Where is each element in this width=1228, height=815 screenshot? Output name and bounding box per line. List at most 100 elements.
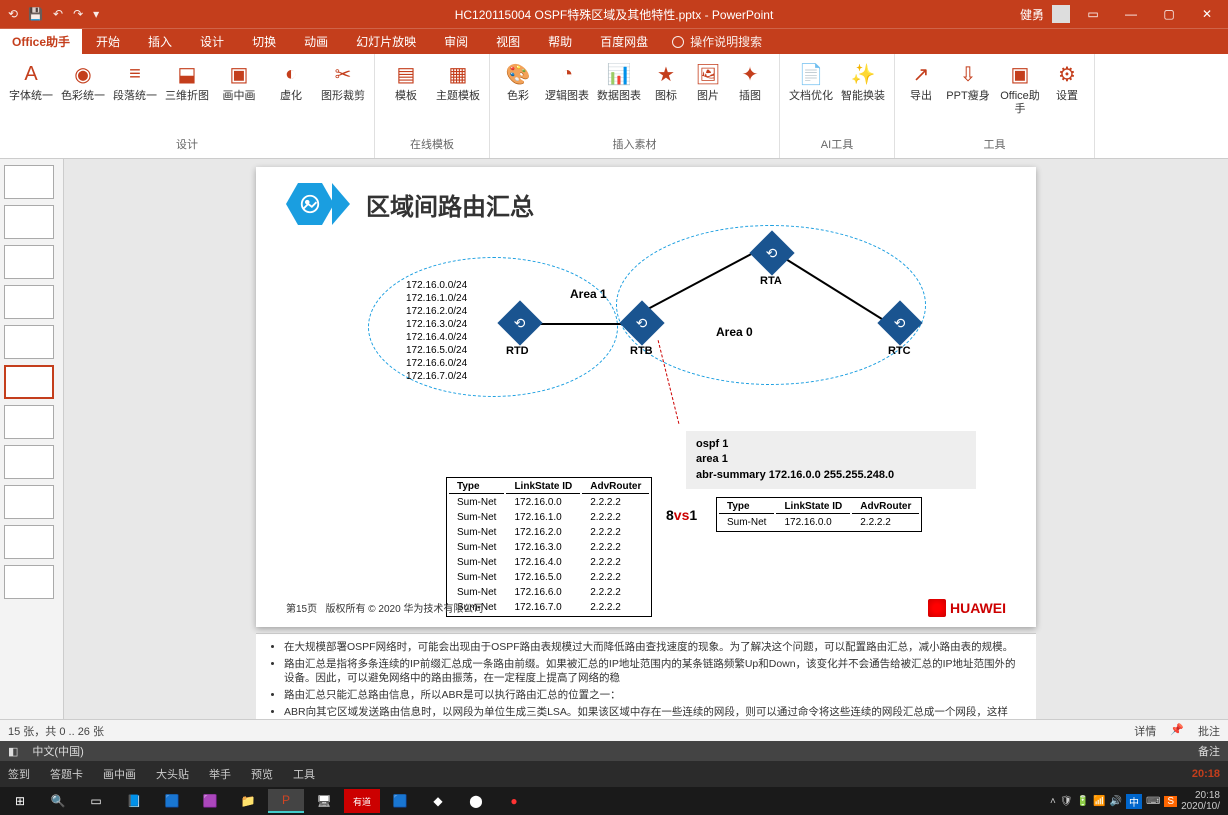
- minimize-icon[interactable]: —: [1116, 7, 1146, 21]
- maximize-icon[interactable]: ▢: [1154, 7, 1184, 21]
- lsa-table-right: TypeLinkState IDAdvRouterSum-Net172.16.0…: [716, 497, 922, 532]
- btn-ppt-slim[interactable]: ⇩PPT瘦身: [943, 58, 993, 118]
- tab-transitions[interactable]: 切换: [238, 29, 290, 55]
- tab-slideshow[interactable]: 幻灯片放映: [342, 29, 430, 55]
- sec-preview[interactable]: 预览: [251, 766, 273, 782]
- btn-3d-fold[interactable]: ⬓三维折图: [162, 58, 212, 105]
- thumbnail[interactable]: [4, 205, 54, 239]
- btn-color[interactable]: 🎨色彩: [496, 58, 540, 105]
- thumbnail[interactable]: [4, 165, 54, 199]
- btn-logic-chart[interactable]: ◔逻辑图表: [542, 58, 592, 105]
- ribbon-options-icon[interactable]: ▭: [1078, 7, 1108, 21]
- thumbnail[interactable]: [4, 325, 54, 359]
- tab-review[interactable]: 审阅: [430, 29, 482, 55]
- tab-view[interactable]: 视图: [482, 29, 534, 55]
- tab-help[interactable]: 帮助: [534, 29, 586, 55]
- btn-theme-template[interactable]: ▦主题模板: [433, 58, 483, 105]
- save-icon[interactable]: 💾: [28, 7, 43, 21]
- user-avatar[interactable]: [1052, 5, 1070, 23]
- language-status[interactable]: 中文(中国): [32, 743, 83, 759]
- btn-smart-dress[interactable]: ✨智能换装: [838, 58, 888, 105]
- taskbar-app[interactable]: 📁: [230, 789, 266, 813]
- thumbnail[interactable]: [4, 405, 54, 439]
- taskbar-app[interactable]: 🟪: [192, 789, 228, 813]
- thumbnail-current[interactable]: [4, 365, 54, 399]
- slide-canvas[interactable]: 区域间路由汇总 ⟲ RTD ⟲ RTB ⟲ RTA ⟲ RTC: [64, 159, 1228, 719]
- tray-ime-icon[interactable]: 中: [1126, 794, 1142, 809]
- sec-tools[interactable]: 工具: [293, 766, 315, 782]
- btn-icon[interactable]: ★图标: [646, 58, 686, 105]
- pin-icon[interactable]: 📌: [1170, 723, 1184, 739]
- sec-pip[interactable]: 画中画: [103, 766, 136, 782]
- start-button[interactable]: ⊞: [2, 789, 38, 813]
- sec-raisehand[interactable]: 举手: [209, 766, 231, 782]
- slim-icon: ⇩: [954, 60, 982, 88]
- tab-home[interactable]: 开始: [82, 29, 134, 55]
- system-clock[interactable]: 20:18 2020/10/: [1181, 790, 1220, 812]
- btn-office-assist[interactable]: ▣Office助手: [995, 58, 1045, 118]
- taskview-icon[interactable]: ▭: [78, 789, 114, 813]
- tray-network-icon[interactable]: 🛡: [1060, 796, 1073, 807]
- slide-thumbnails[interactable]: [0, 159, 64, 719]
- taskbar-app[interactable]: 📘: [116, 789, 152, 813]
- huawei-logo: HUAWEI: [928, 599, 1006, 617]
- btn-paragraph-unify[interactable]: ≡段落统一: [110, 58, 160, 105]
- close-icon[interactable]: ✕: [1192, 7, 1222, 21]
- taskbar-app[interactable]: 🟦: [154, 789, 190, 813]
- tab-office-assistant[interactable]: Office助手: [0, 29, 82, 55]
- sec-signin[interactable]: 签到: [8, 766, 30, 782]
- thumbnail[interactable]: [4, 525, 54, 559]
- sec-headshot[interactable]: 大头贴: [156, 766, 189, 782]
- btn-template[interactable]: ▤模板: [381, 58, 431, 105]
- tray-volume-icon[interactable]: 🔊: [1110, 796, 1122, 807]
- btn-crop[interactable]: ✂图形裁剪: [318, 58, 368, 105]
- user-name[interactable]: 健勇: [1020, 6, 1044, 23]
- autosave-icon[interactable]: ⟲: [8, 7, 18, 21]
- taskbar-powerpoint[interactable]: P: [268, 789, 304, 813]
- tray-up-icon[interactable]: ˄: [1050, 796, 1056, 807]
- tell-me-search[interactable]: 操作说明搜索: [672, 33, 762, 50]
- tab-animations[interactable]: 动画: [290, 29, 342, 55]
- tab-design[interactable]: 设计: [186, 29, 238, 55]
- record-icon[interactable]: ●: [496, 789, 532, 813]
- thumbnail[interactable]: [4, 285, 54, 319]
- notes-toggle[interactable]: 备注: [1198, 743, 1220, 759]
- btn-doc-optimize[interactable]: 📄文档优化: [786, 58, 836, 105]
- btn-pip[interactable]: ▣画中画: [214, 58, 264, 105]
- thumbnail[interactable]: [4, 485, 54, 519]
- tab-baidu[interactable]: 百度网盘: [586, 29, 662, 55]
- btn-image[interactable]: 🖼图片: [688, 58, 728, 105]
- doc-icon: 📄: [797, 60, 825, 88]
- thumbnail[interactable]: [4, 245, 54, 279]
- btn-settings[interactable]: ⚙设置: [1047, 58, 1087, 118]
- sec-answercard[interactable]: 答题卡: [50, 766, 83, 782]
- btn-illustration[interactable]: ✦插图: [730, 58, 770, 105]
- dropdown-icon[interactable]: ▾: [93, 7, 99, 21]
- taskbar-app[interactable]: ⬤: [458, 789, 494, 813]
- thumbnail[interactable]: [4, 565, 54, 599]
- group-label-template: 在线模板: [381, 134, 483, 154]
- btn-color-unify[interactable]: ◉色彩统一: [58, 58, 108, 105]
- taskbar-app[interactable]: ◆: [420, 789, 456, 813]
- notes-panel[interactable]: 在大规模部署OSPF网络时，可能会出现由于OSPF路由表规模过大而降低路由查找速…: [256, 633, 1036, 719]
- btn-comments[interactable]: 批注: [1198, 723, 1220, 739]
- tab-insert[interactable]: 插入: [134, 29, 186, 55]
- tray-sogou-icon[interactable]: S: [1164, 796, 1177, 807]
- btn-data-chart[interactable]: 📊数据图表: [594, 58, 644, 105]
- redo-icon[interactable]: ↷: [73, 7, 83, 21]
- btn-font-unify[interactable]: A字体统一: [6, 58, 56, 105]
- tray-battery-icon[interactable]: 🔋: [1077, 796, 1089, 807]
- btn-details[interactable]: 详情: [1134, 723, 1156, 739]
- btn-blur[interactable]: ◐虚化: [266, 58, 316, 105]
- search-task-icon[interactable]: 🔍: [40, 789, 76, 813]
- undo-icon[interactable]: ↶: [53, 7, 63, 21]
- taskbar-app[interactable]: 🖥: [306, 789, 342, 813]
- taskbar-app[interactable]: 有道: [344, 789, 380, 813]
- slide-title: 区域间路由汇总: [366, 187, 534, 222]
- tray-keyboard-icon[interactable]: ⌨: [1146, 796, 1160, 807]
- taskbar-app[interactable]: 🟦: [382, 789, 418, 813]
- slide[interactable]: 区域间路由汇总 ⟲ RTD ⟲ RTB ⟲ RTA ⟲ RTC: [256, 167, 1036, 627]
- tray-wifi-icon[interactable]: 📶: [1093, 796, 1105, 807]
- btn-export[interactable]: ↗导出: [901, 58, 941, 118]
- thumbnail[interactable]: [4, 445, 54, 479]
